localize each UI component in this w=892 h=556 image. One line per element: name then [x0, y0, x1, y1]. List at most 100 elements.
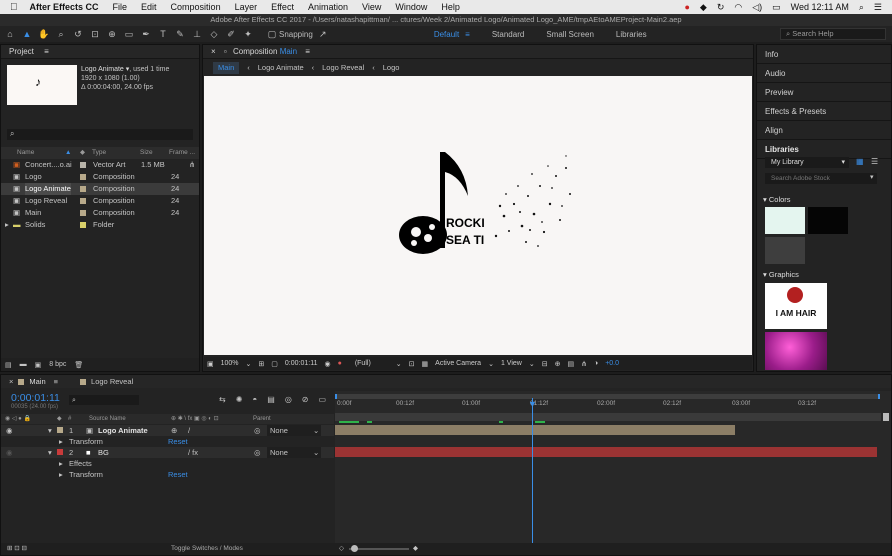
property-group-transform[interactable]: ▸ Transform Reset: [1, 469, 334, 480]
layer-bar-bg[interactable]: [335, 447, 877, 457]
exposure-icon[interactable]: ◑: [594, 360, 598, 367]
transform-reset-link[interactable]: Reset: [168, 436, 188, 447]
menu-effect[interactable]: Effect: [271, 2, 294, 12]
visibility-icon[interactable]: ◉: [6, 425, 13, 436]
menu-composition[interactable]: Composition: [171, 2, 221, 12]
align-panel-tab[interactable]: Align: [757, 121, 891, 140]
timeline-track-area[interactable]: 0:00f 00:12f 01:00f 01:12f 02:00f 02:12f…: [335, 391, 891, 555]
layer-name[interactable]: BG: [98, 447, 109, 458]
region-icon[interactable]: ⊡: [409, 360, 415, 368]
graph-editor-toggle-icon[interactable]: ▭: [319, 395, 327, 404]
sync-icon[interactable]: ↻: [717, 2, 725, 13]
current-time[interactable]: 0:00:01:11: [285, 360, 318, 367]
composition-tab[interactable]: Composition: [233, 47, 277, 56]
search-help-input[interactable]: ⌕ Search Help: [780, 28, 886, 40]
toggle-pixel-icon[interactable]: ⊟: [542, 360, 548, 368]
layer-row-bg[interactable]: ◉ ▾ 2 ■ BG / fx ◎ None ⌄: [1, 447, 334, 458]
rectangle-tool-icon[interactable]: ▭: [122, 28, 136, 40]
mask-icon[interactable]: ▢: [271, 360, 278, 368]
layer-bar-logo-animate[interactable]: [335, 425, 735, 435]
show-channel-icon[interactable]: ●: [338, 360, 342, 367]
frame-blending-icon[interactable]: ▤: [267, 395, 275, 404]
property-group-effects[interactable]: ▸ Effects: [1, 458, 334, 469]
library-dropdown[interactable]: My Library ▾: [765, 157, 849, 168]
zoom-tool-icon[interactable]: ⌕: [54, 28, 68, 40]
workspace-standard[interactable]: Standard: [492, 30, 524, 39]
collapse-switch-icon[interactable]: ⊕: [171, 425, 177, 436]
draft-3d-icon[interactable]: ✺: [236, 395, 243, 404]
exposure-value[interactable]: +0.0: [605, 360, 619, 367]
transform-reset-link[interactable]: Reset: [168, 469, 188, 480]
home-icon[interactable]: ⌂: [3, 28, 17, 40]
col-type[interactable]: Type: [92, 147, 106, 159]
puppet-tool-icon[interactable]: ✦: [241, 28, 255, 40]
apple-icon[interactable]: : [10, 2, 18, 13]
graphic-thumbnail[interactable]: I AM HAIR: [765, 283, 827, 329]
workspace-small-screen[interactable]: Small Screen: [546, 30, 594, 39]
zoom-slider-handle[interactable]: [351, 545, 358, 552]
menu-layer[interactable]: Layer: [235, 2, 258, 12]
col-name[interactable]: Name: [17, 147, 34, 159]
type-tool-icon[interactable]: T: [156, 28, 170, 40]
clone-tool-icon[interactable]: ⊥: [190, 28, 204, 40]
resolution-dropdown[interactable]: (Full): [355, 360, 371, 367]
composition-tab-name[interactable]: Main: [280, 47, 297, 56]
layer-switches-icon[interactable]: ⊞ ⊡ ⊟: [7, 543, 27, 555]
bpc-toggle[interactable]: 8 bpc: [49, 361, 66, 368]
col-size[interactable]: Size: [140, 147, 153, 159]
expand-triangle-icon[interactable]: ▸: [59, 458, 63, 469]
layer-search-input[interactable]: ⌕: [69, 395, 139, 405]
spotlight-icon[interactable]: ⌕: [859, 2, 864, 13]
layer-name[interactable]: Logo Animate: [98, 425, 148, 436]
expand-triangle-icon[interactable]: ▸: [59, 436, 63, 447]
audio-panel-tab[interactable]: Audio: [757, 64, 891, 83]
project-tab[interactable]: Project: [9, 47, 34, 56]
view-layout-dropdown[interactable]: 1 View: [501, 360, 522, 367]
snap-icon[interactable]: ↗: [316, 28, 330, 40]
panel-menu-icon[interactable]: ≡: [44, 47, 49, 56]
visibility-icon[interactable]: ◉: [6, 447, 13, 458]
graph-editor-icon[interactable]: ⊘: [302, 395, 309, 404]
disclosure-triangle-icon[interactable]: ▸: [5, 219, 9, 231]
menu-view[interactable]: View: [362, 2, 381, 12]
project-item[interactable]: ▣ Main Composition 24: [1, 207, 199, 219]
menu-help[interactable]: Help: [441, 2, 460, 12]
timeline-icon[interactable]: ▤: [567, 360, 574, 368]
menu-file[interactable]: File: [113, 2, 128, 12]
interpret-footage-icon[interactable]: ▤: [5, 361, 12, 369]
snapping-checkbox[interactable]: ▢: [265, 28, 279, 40]
expand-triangle-icon[interactable]: ▸: [59, 469, 63, 480]
new-composition-icon[interactable]: ▣: [35, 361, 42, 369]
collapse-triangle-icon[interactable]: ▾: [763, 270, 767, 279]
playhead[interactable]: [532, 398, 533, 548]
title-safe-icon[interactable]: ⊞: [258, 360, 264, 368]
project-item-selected[interactable]: ▣ Logo Animate Composition 24: [1, 183, 199, 195]
work-area-bar[interactable]: [335, 394, 880, 399]
end-marker[interactable]: [883, 413, 889, 421]
breadcrumb-logo-reveal[interactable]: Logo Reveal: [322, 62, 364, 74]
dropbox-icon[interactable]: ◆: [700, 2, 707, 13]
snapshot-icon[interactable]: ◉: [324, 360, 330, 368]
pan-behind-tool-icon[interactable]: ⊕: [105, 28, 119, 40]
expand-triangle-icon[interactable]: ▾: [48, 447, 52, 458]
motion-blur-icon[interactable]: ◎: [285, 395, 292, 404]
project-item[interactable]: ▣ Logo Reveal Composition 24: [1, 195, 199, 207]
property-group-transform[interactable]: ▸ Transform Reset: [1, 436, 334, 447]
label-col-icon[interactable]: ◆: [80, 147, 85, 159]
project-item[interactable]: ▣ Concert....o.ai Vector Art 1.5 MB ⋔: [1, 159, 199, 171]
fast-preview-icon[interactable]: ⊕: [555, 360, 561, 368]
brush-tool-icon[interactable]: ✎: [173, 28, 187, 40]
menu-animation[interactable]: Animation: [308, 2, 348, 12]
effects-presets-panel-tab[interactable]: Effects & Presets: [757, 102, 891, 121]
col-source-name[interactable]: Source Name: [89, 414, 126, 424]
grid-view-icon[interactable]: ▦: [856, 157, 864, 166]
project-item[interactable]: ▸ ▬ Solids Folder: [1, 219, 199, 231]
notification-icon[interactable]: ☰: [874, 2, 882, 13]
pickwhip-icon[interactable]: ◎: [254, 447, 261, 458]
eraser-tool-icon[interactable]: ◇: [207, 28, 221, 40]
menu-edit[interactable]: Edit: [141, 2, 157, 12]
workspace-menu-icon[interactable]: ≡: [465, 30, 470, 39]
panel-menu-icon[interactable]: ≡: [54, 377, 58, 386]
camera-dropdown[interactable]: Active Camera: [435, 360, 481, 367]
clock[interactable]: Wed 12:11 AM: [791, 2, 849, 12]
